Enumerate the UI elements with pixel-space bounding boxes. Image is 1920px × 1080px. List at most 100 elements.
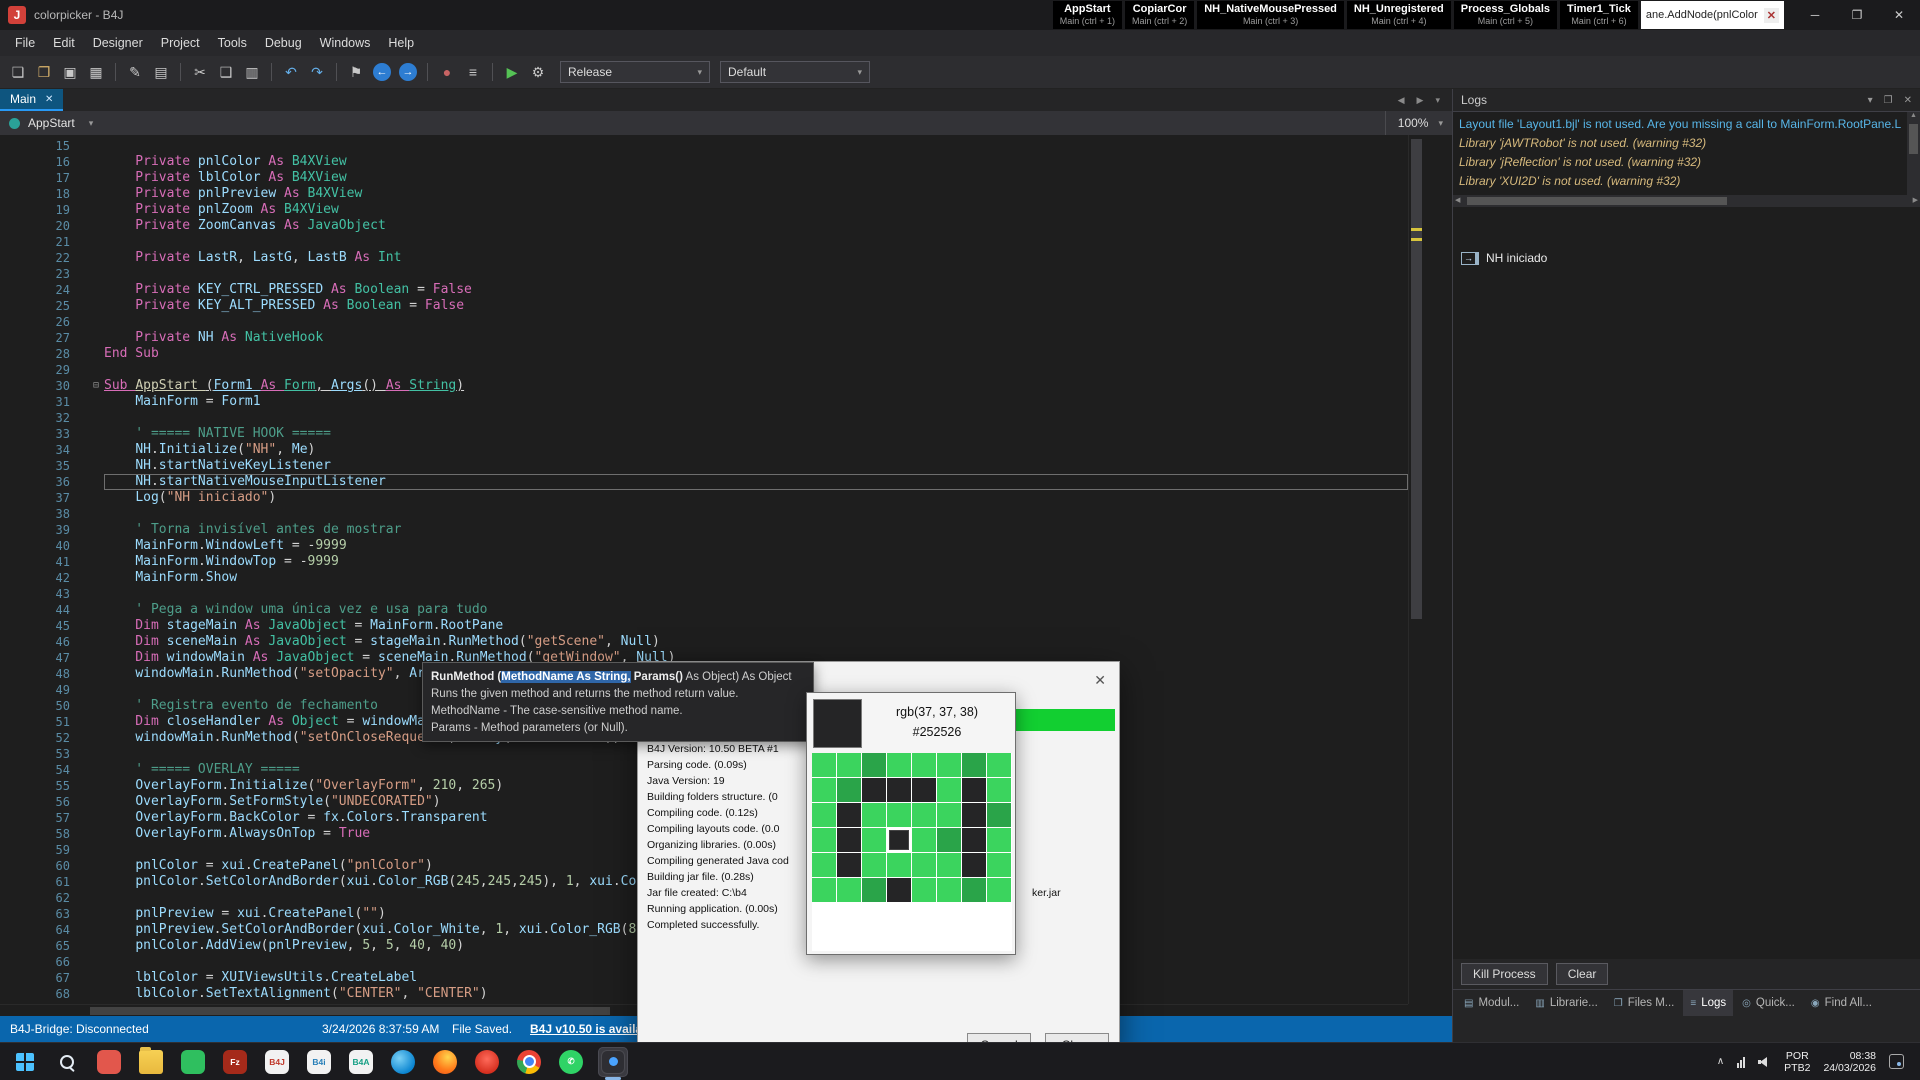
fold-collapse-icon[interactable]: ⊟	[88, 378, 104, 394]
close-panel-icon[interactable]: ✕	[1904, 95, 1912, 106]
sub-dropdown-chevron-icon[interactable]: ▾	[89, 118, 94, 129]
firefox-icon[interactable]	[430, 1047, 460, 1077]
minimize-button[interactable]: ─	[1794, 0, 1836, 30]
menu-debug[interactable]: Debug	[256, 32, 311, 54]
panel-tab-librarie[interactable]: ▥Librarie...	[1528, 990, 1604, 1016]
new-file-icon[interactable]: ❏	[6, 60, 30, 84]
ui-configuration-select[interactable]: Default ▾	[720, 61, 870, 83]
chevron-down-icon[interactable]: ▾	[1868, 95, 1873, 106]
current-sub-select[interactable]: AppStart	[28, 116, 75, 130]
whatsapp-icon[interactable]: ✆	[556, 1047, 586, 1077]
menu-help[interactable]: Help	[379, 32, 423, 54]
volume-icon[interactable]	[1758, 1056, 1771, 1068]
save-icon[interactable]: ▣	[58, 60, 82, 84]
scrollbar-thumb[interactable]	[1411, 139, 1422, 619]
file-explorer-icon[interactable]	[136, 1047, 166, 1077]
b4a-icon[interactable]: B4A	[346, 1047, 376, 1077]
editor-vertical-scrollbar[interactable]	[1408, 135, 1424, 1004]
fold-gutter	[88, 714, 104, 730]
comment-icon[interactable]: ≡	[461, 60, 485, 84]
menu-edit[interactable]: Edit	[44, 32, 84, 54]
module-tab-process_globals[interactable]: Process_GlobalsMain (ctrl + 5)	[1454, 1, 1557, 29]
menu-file[interactable]: File	[6, 32, 44, 54]
redo-icon[interactable]: ↷	[305, 60, 329, 84]
line-number: 32	[0, 410, 88, 426]
colorpicker-app-icon[interactable]	[598, 1047, 628, 1077]
designer-icon[interactable]: ✎	[123, 60, 147, 84]
maximize-button[interactable]: ❐	[1836, 0, 1878, 30]
compiler-warnings-list[interactable]: ▲ Layout file 'Layout1.bjl' is not used.…	[1453, 111, 1920, 195]
start-button[interactable]	[10, 1047, 40, 1077]
chrome-icon[interactable]	[514, 1047, 544, 1077]
filezilla-icon[interactable]: Fz	[220, 1047, 250, 1077]
warnings-vertical-scrollbar[interactable]: ▲	[1907, 112, 1920, 195]
tab-scroll-left-icon[interactable]: ◀	[1398, 95, 1405, 106]
chevron-down-icon: ▾	[1438, 118, 1443, 129]
edge-icon[interactable]	[388, 1047, 418, 1077]
b4j-icon[interactable]: B4J	[262, 1047, 292, 1077]
bookmark-icon[interactable]: ⚑	[344, 60, 368, 84]
quick-search-clear-icon[interactable]: ✕	[1764, 8, 1779, 23]
app-icon-green[interactable]	[178, 1047, 208, 1077]
editor-zoom-select[interactable]: 100% ▾	[1385, 111, 1443, 135]
module-tab-nh_nativemousepressed[interactable]: NH_NativeMousePressedMain (ctrl + 3)	[1197, 1, 1344, 29]
run-icon[interactable]: ▶	[500, 60, 524, 84]
network-icon[interactable]	[1737, 1056, 1745, 1068]
compile-window-close-icon[interactable]: ✕	[1094, 672, 1106, 689]
notification-center-icon[interactable]	[1889, 1054, 1904, 1069]
navigate-back-icon[interactable]: ←	[373, 63, 391, 81]
breakpoint-icon[interactable]: ●	[435, 60, 459, 84]
scroll-left-icon[interactable]: ◀	[1455, 196, 1460, 204]
scroll-up-icon[interactable]: ▲	[1910, 112, 1917, 119]
clear-logs-button[interactable]: Clear	[1556, 963, 1609, 985]
panel-tab-modul[interactable]: ▤Modul...	[1457, 990, 1526, 1016]
program-logs-area[interactable]: → NH iniciado	[1453, 207, 1920, 959]
app-icon-red[interactable]	[94, 1047, 124, 1077]
opera-icon[interactable]	[472, 1047, 502, 1077]
b4i-icon[interactable]: B4i	[304, 1047, 334, 1077]
quick-search-box[interactable]: ane.AddNode(pnlColor ✕	[1641, 1, 1784, 29]
warnings-horizontal-scrollbar[interactable]: ◀ ▶	[1453, 195, 1920, 207]
panel-tab-filesm[interactable]: ❐Files M...	[1607, 990, 1682, 1016]
scrollbar-thumb[interactable]	[1909, 124, 1918, 154]
module-tab-copiarcor[interactable]: CopiarCorMain (ctrl + 2)	[1125, 1, 1194, 29]
module-tab-timer1_tick[interactable]: Timer1_TickMain (ctrl + 6)	[1560, 1, 1638, 29]
language-indicator[interactable]: POR PTB2	[1784, 1050, 1810, 1074]
close-button[interactable]: ✕	[1878, 0, 1920, 30]
zoom-pixel	[962, 878, 986, 902]
tab-list-icon[interactable]: ▾	[1435, 95, 1440, 106]
navigate-forward-icon[interactable]: →	[399, 63, 417, 81]
undo-icon[interactable]: ↶	[279, 60, 303, 84]
open-project-icon[interactable]: ❐	[32, 60, 56, 84]
panel-tab-quick[interactable]: ◎Quick...	[1735, 990, 1802, 1016]
menu-project[interactable]: Project	[152, 32, 209, 54]
tray-expand-chevron-icon[interactable]: ∧	[1717, 1056, 1724, 1067]
scroll-right-icon[interactable]: ▶	[1913, 196, 1918, 204]
copy-icon[interactable]: ❑	[214, 60, 238, 84]
quick-search-value[interactable]: ane.AddNode(pnlColor	[1646, 9, 1758, 21]
module-tab-nh_unregistered[interactable]: NH_UnregisteredMain (ctrl + 4)	[1347, 1, 1451, 29]
build-configuration-select[interactable]: Release ▾	[560, 61, 710, 83]
menu-tools[interactable]: Tools	[209, 32, 256, 54]
panel-tab-logs[interactable]: ≡Logs	[1683, 990, 1733, 1016]
tab-close-icon[interactable]: ✕	[45, 94, 53, 105]
search-button[interactable]	[52, 1047, 82, 1077]
menu-designer[interactable]: Designer	[84, 32, 152, 54]
kill-process-button[interactable]: Kill Process	[1461, 963, 1548, 985]
scrollbar-thumb[interactable]	[1467, 197, 1727, 205]
paste-icon[interactable]: ▥	[240, 60, 264, 84]
compile-icon[interactable]: ⚙	[526, 60, 550, 84]
tab-main[interactable]: Main ✕	[0, 89, 63, 111]
menu-windows[interactable]: Windows	[311, 32, 380, 54]
tab-scroll-right-icon[interactable]: ▶	[1417, 95, 1424, 106]
maximize-panel-icon[interactable]: ❐	[1884, 95, 1893, 106]
modules-icon[interactable]: ▤	[149, 60, 173, 84]
window-controls: ─ ❐ ✕	[1794, 0, 1920, 30]
zoom-pixel	[812, 803, 836, 827]
save-all-icon[interactable]: ▦	[84, 60, 108, 84]
panel-tab-findall[interactable]: ◉Find All...	[1804, 990, 1879, 1016]
clock[interactable]: 08:38 24/03/2026	[1823, 1050, 1876, 1074]
cut-icon[interactable]: ✂	[188, 60, 212, 84]
scrollbar-thumb[interactable]	[90, 1007, 610, 1015]
module-tab-appstart[interactable]: AppStartMain (ctrl + 1)	[1053, 1, 1122, 29]
